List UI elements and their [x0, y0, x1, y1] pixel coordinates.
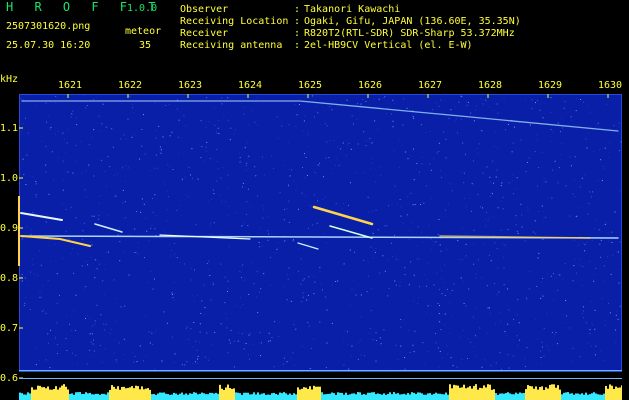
- trace-left-slant: [94, 223, 123, 233]
- meteor-echo-1625: [312, 205, 374, 226]
- baseline-lower: [19, 378, 622, 379]
- trace-lines: [20, 100, 619, 250]
- amplitude-strip: [19, 384, 622, 400]
- trace-upper-1.15khz: [21, 100, 619, 132]
- baseline-upper: [19, 370, 622, 371]
- noise-speckle: [20, 95, 622, 372]
- spectrogram-overlay: [18, 94, 622, 379]
- meteor-echo-1625-lower: [329, 225, 373, 239]
- trace-small-1625: [297, 242, 319, 250]
- trace-left-upper: [20, 212, 63, 221]
